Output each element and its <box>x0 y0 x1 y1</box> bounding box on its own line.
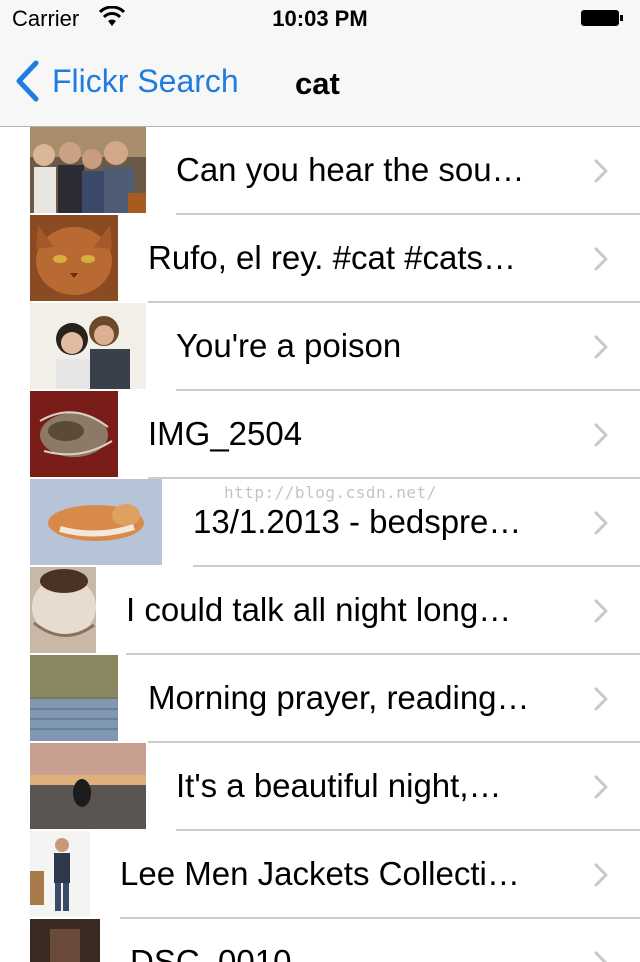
chevron-right-icon <box>594 159 608 183</box>
chevron-right-icon <box>594 951 608 962</box>
photo-thumbnail <box>30 567 96 653</box>
watermark-text: http://blog.csdn.net/ <box>224 483 437 502</box>
row-title: Lee Men Jackets Collecti… <box>120 855 520 892</box>
row-title: Can you hear the sou… <box>176 151 525 188</box>
photo-thumbnail <box>30 479 162 565</box>
photo-thumbnail <box>30 919 100 962</box>
chevron-right-icon <box>594 423 608 447</box>
photo-thumbnail <box>30 303 146 389</box>
table-row[interactable]: Rufo, el rey. #cat #cats… <box>0 215 640 303</box>
row-title: I could talk all night long… <box>126 591 512 628</box>
chevron-right-icon <box>594 599 608 623</box>
row-title: DSC_0010 <box>130 943 292 962</box>
back-button-label: Flickr Search <box>52 62 239 99</box>
table-row[interactable]: IMG_2504 <box>0 391 640 479</box>
chevron-right-icon <box>594 775 608 799</box>
photo-thumbnail <box>30 391 118 477</box>
chevron-right-icon <box>594 863 608 887</box>
row-title: Rufo, el rey. #cat #cats… <box>148 239 517 276</box>
status-time: 10:03 PM <box>272 6 368 31</box>
results-table: Can you hear the sou… Rufo, el rey. #cat… <box>0 127 640 962</box>
table-row[interactable]: DSC_0010 <box>0 919 640 962</box>
chevron-right-icon <box>594 687 608 711</box>
chevron-right-icon <box>594 511 608 535</box>
photo-thumbnail <box>30 127 146 213</box>
table-row[interactable]: Can you hear the sou… <box>0 127 640 215</box>
table-row[interactable]: It's a beautiful night,… <box>0 743 640 831</box>
table-row[interactable]: I could talk all night long… <box>0 567 640 655</box>
photo-thumbnail <box>30 655 118 741</box>
photo-thumbnail <box>30 831 90 917</box>
chevron-right-icon <box>594 335 608 359</box>
back-button[interactable]: Flickr Search <box>14 58 239 104</box>
row-title: It's a beautiful night,… <box>176 767 502 804</box>
photo-thumbnail <box>30 743 146 829</box>
row-title: Morning prayer, reading… <box>148 679 530 716</box>
table-row[interactable]: Morning prayer, reading… <box>0 655 640 743</box>
photo-thumbnail <box>30 215 118 301</box>
table-row[interactable]: You're a poison <box>0 303 640 391</box>
chevron-left-icon <box>16 60 39 102</box>
table-row[interactable]: Lee Men Jackets Collecti… <box>0 831 640 919</box>
navigation-bar: Flickr Search cat <box>0 40 640 127</box>
battery-icon <box>581 10 623 26</box>
row-title: You're a poison <box>176 327 402 364</box>
chevron-right-icon <box>594 247 608 271</box>
row-title: IMG_2504 <box>148 415 303 452</box>
page-title: cat <box>295 66 340 101</box>
status-bar: Carrier 10:03 PM <box>0 0 640 40</box>
